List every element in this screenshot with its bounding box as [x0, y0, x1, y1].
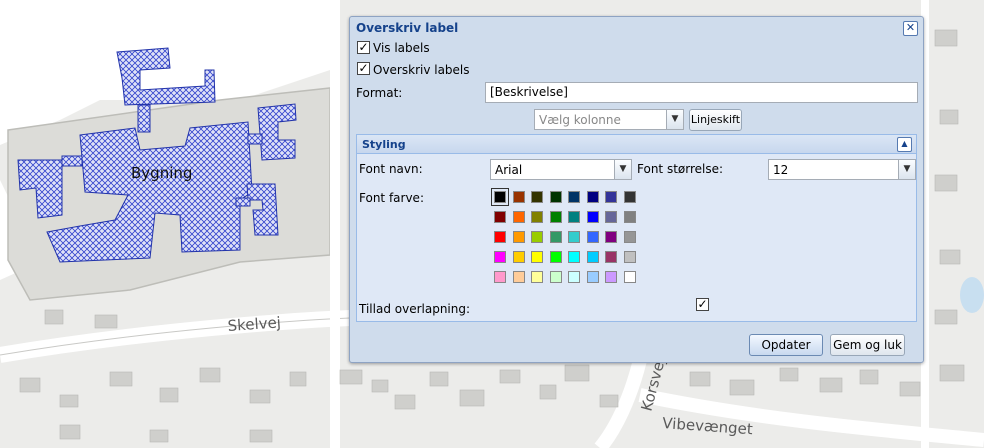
close-icon[interactable]: ✕ [903, 21, 918, 36]
color-swatch[interactable] [531, 231, 543, 243]
column-select[interactable]: Vælg kolonne ▼ [534, 109, 684, 130]
color-swatch[interactable] [586, 251, 599, 263]
linebreak-button[interactable]: Linjeskift [689, 109, 742, 131]
color-swatch[interactable] [586, 211, 599, 223]
color-swatch[interactable] [623, 251, 636, 263]
format-label: Format: [356, 86, 403, 100]
format-input[interactable]: [Beskrivelse] [485, 82, 918, 103]
allow-overlap-label: Tillad overlapning: [359, 302, 471, 316]
font-size-label: Font størrelse: [637, 162, 724, 176]
color-swatch[interactable] [512, 271, 525, 283]
color-swatch[interactable] [494, 251, 506, 263]
color-swatch[interactable] [623, 191, 636, 203]
font-name-value: Arial [495, 163, 523, 177]
override-labels-label: Overskriv labels [373, 63, 470, 77]
column-select-placeholder: Vælg kolonne [539, 113, 621, 127]
override-label-dialog: Overskriv label ✕ ✓ Vis labels ✓ Overskr… [349, 16, 924, 363]
color-swatch[interactable] [531, 191, 543, 203]
color-swatch[interactable] [568, 191, 580, 203]
show-labels-checkbox[interactable]: ✓ [357, 41, 370, 54]
font-name-label: Font navn: [359, 162, 423, 176]
color-swatch[interactable] [512, 211, 525, 223]
chevron-down-icon[interactable]: ▼ [898, 160, 915, 179]
color-swatch[interactable] [568, 231, 580, 243]
color-swatch[interactable] [531, 211, 543, 223]
color-swatch[interactable] [586, 231, 599, 243]
color-swatch[interactable] [549, 191, 562, 203]
color-swatch[interactable] [623, 271, 636, 283]
color-swatch[interactable] [531, 251, 543, 263]
color-swatch[interactable] [549, 271, 562, 283]
color-swatch[interactable] [586, 191, 599, 203]
update-button[interactable]: Opdater [749, 334, 823, 356]
building-label: Bygning [131, 164, 193, 182]
styling-header[interactable]: Styling ▲ [357, 135, 916, 154]
color-swatch[interactable] [605, 191, 617, 203]
allow-overlap-checkbox[interactable]: ✓ [696, 298, 709, 311]
color-swatch[interactable] [605, 271, 617, 283]
dialog-title: Overskriv label [356, 21, 459, 35]
color-swatch[interactable] [512, 231, 525, 243]
color-swatch[interactable] [494, 271, 506, 283]
color-swatch[interactable] [605, 211, 617, 223]
override-labels-checkbox[interactable]: ✓ [357, 62, 370, 75]
color-swatch[interactable] [549, 231, 562, 243]
color-swatch[interactable] [605, 251, 617, 263]
color-swatch[interactable] [605, 231, 617, 243]
font-size-select[interactable]: 12 ▼ [768, 159, 916, 180]
font-color-label: Font farve: [359, 191, 424, 205]
color-swatch[interactable] [491, 188, 509, 206]
color-swatch[interactable] [549, 211, 562, 223]
chevron-down-icon[interactable]: ▼ [614, 160, 631, 179]
color-swatch[interactable] [512, 251, 525, 263]
collapse-icon[interactable]: ▲ [897, 137, 912, 152]
show-labels-label: Vis labels [373, 41, 430, 55]
color-swatch[interactable] [494, 231, 506, 243]
color-swatch[interactable] [623, 211, 636, 223]
color-swatch[interactable] [568, 271, 580, 283]
color-swatch[interactable] [549, 251, 562, 263]
color-swatch[interactable] [568, 211, 580, 223]
color-swatch[interactable] [568, 251, 580, 263]
styling-panel: Styling ▲ Font navn: Arial ▼ Font større… [356, 134, 917, 322]
font-name-select[interactable]: Arial ▼ [490, 159, 632, 180]
color-swatch[interactable] [623, 231, 636, 243]
styling-title: Styling [362, 138, 406, 151]
road-label-skelvej: Skelvej [227, 313, 281, 335]
font-size-value: 12 [773, 163, 789, 177]
color-swatch[interactable] [512, 191, 525, 203]
color-swatch[interactable] [586, 271, 599, 283]
chevron-down-icon[interactable]: ▼ [666, 110, 683, 129]
color-swatch[interactable] [494, 211, 506, 223]
color-swatch[interactable] [531, 271, 543, 283]
save-close-button[interactable]: Gem og luk [830, 334, 905, 356]
